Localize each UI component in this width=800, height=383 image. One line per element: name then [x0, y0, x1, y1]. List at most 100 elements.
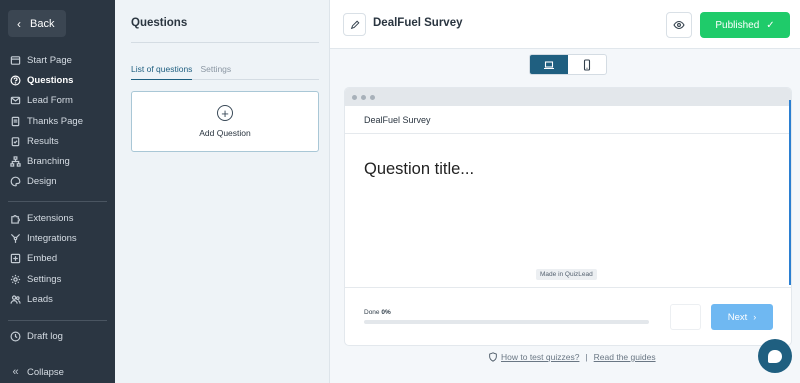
- sidebar-item-embed[interactable]: Embed: [0, 249, 115, 269]
- sidebar-item-label: Lead Form: [27, 95, 73, 107]
- sidebar-item-label: Settings: [27, 273, 62, 285]
- plus-circle-icon: +: [217, 105, 233, 121]
- tab-list-of-questions[interactable]: List of questions: [131, 64, 193, 80]
- top-bar: DealFuel Survey Published ✓: [330, 0, 800, 49]
- sidebar-item-branching[interactable]: Branching: [0, 151, 115, 171]
- tab-settings[interactable]: Settings: [200, 64, 231, 80]
- desktop-view-button[interactable]: [530, 55, 568, 74]
- questions-panel: Questions List of questions Settings + A…: [115, 0, 330, 383]
- sidebar-item-thanks-page[interactable]: Thanks Page: [0, 111, 115, 131]
- sidebar-item-label: Questions: [27, 74, 74, 86]
- sidebar-item-label: Results: [27, 135, 59, 147]
- sidebar-item-leads[interactable]: Leads: [0, 289, 115, 309]
- collapse-label: Collapse: [27, 366, 64, 378]
- sidebar-divider: [8, 201, 107, 202]
- sidebar-item-questions[interactable]: Questions: [0, 70, 115, 90]
- eye-icon: [673, 20, 685, 30]
- chevron-left-icon: ‹: [17, 16, 21, 31]
- chevron-right-icon: ›: [753, 312, 757, 322]
- chat-widget-button[interactable]: [758, 339, 792, 373]
- published-label: Published: [715, 19, 760, 31]
- gear-icon: [10, 274, 21, 285]
- sidebar-item-integrations[interactable]: Integrations: [0, 228, 115, 248]
- pencil-icon: [350, 20, 359, 29]
- edit-title-button[interactable]: [343, 13, 366, 36]
- device-toggle: [529, 54, 607, 75]
- sidebar-nav-history: Draft log: [0, 326, 115, 346]
- palette-icon: [10, 176, 21, 187]
- embed-icon: [10, 253, 21, 264]
- back-label: Back: [30, 17, 55, 30]
- panel-divider: [131, 42, 319, 43]
- sidebar-item-settings[interactable]: Settings: [0, 269, 115, 289]
- users-icon: [10, 294, 21, 305]
- published-button[interactable]: Published ✓: [700, 12, 790, 38]
- preview-footer: Done 0% Next ›: [345, 287, 791, 345]
- survey-title: DealFuel Survey: [373, 17, 463, 29]
- next-button[interactable]: Next ›: [711, 304, 773, 330]
- sidebar: ‹ Back Start Page Questions Lead Form Th…: [0, 0, 115, 383]
- back-button[interactable]: ‹ Back: [8, 10, 66, 37]
- branching-icon: [10, 156, 21, 167]
- main-area: DealFuel Survey Published ✓ DealFuel Sur…: [330, 0, 800, 383]
- lead-form-icon: [10, 95, 21, 106]
- made-in-badge[interactable]: Made in QuizLead: [536, 269, 597, 280]
- sidebar-item-label: Branching: [27, 156, 70, 168]
- sidebar-item-label: Leads: [27, 293, 53, 305]
- progress-label: Done 0%: [364, 309, 391, 316]
- sidebar-item-label: Start Page: [27, 54, 72, 66]
- previous-button[interactable]: [670, 304, 701, 330]
- thanks-page-icon: [10, 116, 21, 127]
- window-dot: [352, 94, 357, 100]
- add-question-label: Add Question: [199, 128, 251, 138]
- panel-tabs: List of questions Settings: [131, 64, 319, 80]
- sidebar-item-label: Draft log: [27, 330, 63, 342]
- results-icon: [10, 136, 21, 147]
- sidebar-item-draft-log[interactable]: Draft log: [0, 326, 115, 346]
- survey-preview: DealFuel Survey Question title... Made i…: [345, 88, 791, 345]
- double-chevron-left-icon: «: [12, 366, 19, 379]
- phone-icon: [583, 58, 591, 71]
- sidebar-item-start-page[interactable]: Start Page: [0, 50, 115, 70]
- integrations-icon: [10, 233, 21, 244]
- sidebar-item-label: Extensions: [27, 212, 74, 224]
- sidebar-item-design[interactable]: Design: [0, 172, 115, 192]
- start-page-icon: [10, 55, 21, 66]
- sidebar-nav-main: Start Page Questions Lead Form Thanks Pa…: [0, 50, 115, 192]
- done-percent: 0%: [381, 309, 391, 316]
- preview-scrollbar[interactable]: [789, 100, 791, 285]
- window-dot: [370, 94, 375, 100]
- sidebar-item-label: Design: [27, 176, 57, 188]
- progress-bar: [364, 320, 649, 324]
- question-title-placeholder[interactable]: Question title...: [364, 160, 474, 179]
- clock-icon: [10, 331, 21, 342]
- panel-title: Questions: [131, 17, 188, 29]
- laptop-icon: [544, 60, 554, 69]
- collapse-button[interactable]: « Collapse: [0, 362, 115, 382]
- window-dot: [361, 94, 366, 100]
- question-circle-icon: [10, 75, 21, 86]
- done-label: Done: [364, 309, 380, 316]
- sidebar-item-extensions[interactable]: Extensions: [0, 208, 115, 228]
- help-links: How to test quizzes? | Read the guides: [488, 352, 656, 362]
- chat-bubble-icon: [768, 349, 782, 363]
- preview-button[interactable]: [666, 12, 692, 38]
- how-to-test-link[interactable]: How to test quizzes?: [501, 352, 579, 362]
- link-separator: |: [585, 352, 588, 362]
- sidebar-item-results[interactable]: Results: [0, 131, 115, 151]
- preview-header-title: DealFuel Survey: [345, 106, 791, 134]
- sidebar-item-label: Embed: [27, 253, 58, 265]
- sidebar-footer: « Collapse: [0, 362, 115, 382]
- browser-bar: [345, 88, 791, 106]
- sidebar-nav-tools: Extensions Integrations Embed Settings L…: [0, 208, 115, 309]
- sidebar-item-label: Integrations: [27, 232, 77, 244]
- check-icon: ✓: [766, 19, 775, 31]
- read-guides-link[interactable]: Read the guides: [594, 352, 656, 362]
- sidebar-item-lead-form[interactable]: Lead Form: [0, 91, 115, 111]
- shield-icon: [489, 352, 497, 362]
- sidebar-divider: [8, 320, 107, 321]
- add-question-button[interactable]: + Add Question: [131, 91, 319, 152]
- sidebar-item-label: Thanks Page: [27, 115, 83, 127]
- next-label: Next: [727, 311, 748, 323]
- mobile-view-button[interactable]: [568, 55, 606, 74]
